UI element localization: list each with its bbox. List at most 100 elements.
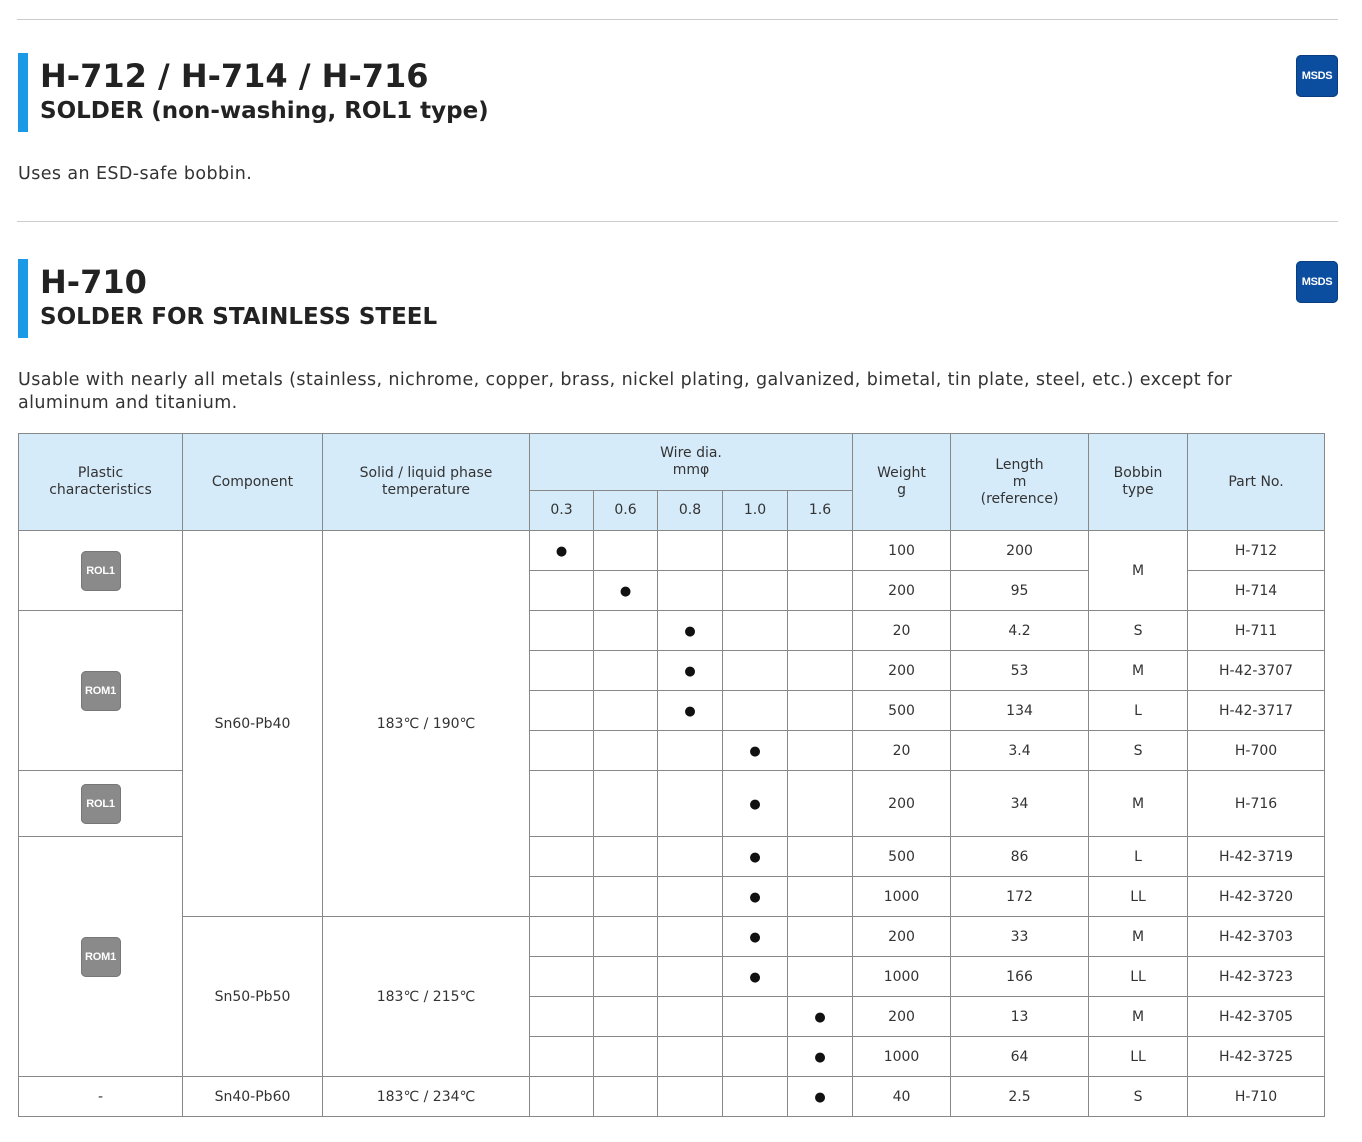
wire-size-cell: ● (786, 996, 854, 1037)
wire-size-cell (786, 916, 854, 957)
wire-size-cell (722, 996, 788, 1037)
wire-mark-dot: ● (814, 1089, 826, 1105)
msds-button[interactable]: MSDS (1296, 55, 1338, 97)
wire-size-cell (529, 1076, 594, 1117)
product-code: H-710 (40, 263, 147, 301)
wire-size-cell (529, 996, 594, 1037)
accent-bar (18, 259, 28, 338)
wire-size-cell (722, 530, 788, 571)
bobbin-title: Bobbin (1113, 465, 1163, 481)
wire-unit: mmφ (672, 462, 710, 478)
wire-size-cell (722, 650, 788, 691)
header-length: Length m (reference) (950, 433, 1090, 531)
wire-size-cell: ● (657, 650, 723, 691)
rol1-badge: ROL1 (80, 783, 121, 824)
part-number-cell: H-714 (1187, 570, 1326, 611)
weight-cell: 200 (852, 570, 952, 611)
bobbin-type-cell: M (1088, 650, 1189, 691)
header-part-no: Part No. (1187, 433, 1326, 531)
weight-cell: 200 (852, 916, 952, 957)
weight-cell: 1000 (852, 956, 952, 997)
wire-size-cell (529, 650, 594, 691)
weight-cell: 200 (852, 650, 952, 691)
wire-size-cell (657, 956, 723, 997)
wire-mark-dot: ● (814, 1049, 826, 1065)
wire-mark-dot: ● (619, 583, 632, 599)
section-divider (17, 221, 1338, 222)
wire-mark-dot: ● (555, 543, 568, 559)
accent-bar (18, 53, 28, 132)
spec-table-body: ROL1 Sn60-Pb40 183℃ / 190℃ ● 100 200 M H-712 ● 20… (18, 530, 1326, 1117)
part-number-cell: H-716 (1187, 770, 1326, 837)
wire-size-header: 1.0 (722, 490, 788, 531)
wire-size-cell (786, 956, 854, 997)
wire-mark-dot: ● (749, 929, 761, 945)
wire-size-cell (657, 570, 723, 611)
wire-size-cell (657, 530, 723, 571)
wire-size-cell (722, 610, 788, 651)
rom1-badge: ROM1 (80, 936, 121, 977)
component-cell: Sn50-Pb50 (182, 916, 323, 1077)
length-cell: 13 (950, 996, 1090, 1037)
part-number-cell: H-42-3717 (1187, 690, 1326, 731)
plastic-characteristic-cell: ROM1 (18, 836, 183, 1077)
wire-size-cell (593, 876, 658, 917)
wire-mark-dot: ● (684, 623, 696, 639)
part-number-cell: H-711 (1187, 610, 1326, 651)
wire-size-cell: ● (722, 730, 788, 771)
wire-size-cell: ● (722, 876, 788, 917)
temperature-cell: 183℃ / 190℃ (322, 530, 530, 917)
weight-unit: g (897, 482, 906, 498)
product-subtitle: SOLDER FOR STAINLESS STEEL (40, 304, 438, 330)
wire-size-cell (529, 610, 594, 651)
msds-button[interactable]: MSDS (1296, 261, 1338, 303)
product-description: Usable with nearly all metals (stainless… (18, 370, 1233, 413)
product-header-h710: H-710 SOLDER FOR STAINLESS STEEL MSDS (18, 259, 1338, 339)
wire-size-cell (657, 996, 723, 1037)
wire-size-cell (657, 876, 723, 917)
component-cell: Sn40-Pb60 (182, 1076, 323, 1117)
wire-size-cell (593, 916, 658, 957)
wire-size-header: 1.6 (786, 490, 854, 531)
weight-cell: 200 (852, 996, 952, 1037)
temperature-cell: 183℃ / 215℃ (322, 916, 530, 1077)
component-cell: Sn60-Pb40 (182, 530, 323, 917)
wire-size-cell (657, 1076, 723, 1117)
part-number-cell: H-42-3719 (1187, 836, 1326, 877)
wire-size-cell (786, 610, 854, 651)
wire-size-cell (593, 690, 658, 731)
part-number-cell: H-700 (1187, 730, 1326, 771)
wire-size-cell (722, 1076, 788, 1117)
wire-size-cell (593, 836, 658, 877)
bobbin-type-cell: LL (1088, 956, 1189, 997)
wire-size-cell: ● (722, 916, 788, 957)
wire-size-cell (529, 730, 594, 771)
wire-mark-dot: ● (684, 663, 696, 679)
wire-mark-dot: ● (749, 796, 761, 812)
plastic-characteristic-cell: ROM1 (18, 610, 183, 771)
wire-size-cell: ● (786, 1076, 854, 1117)
wire-size-cell: ● (593, 570, 658, 611)
length-note: (reference) (980, 490, 1059, 507)
wire-title: Wire dia. (660, 445, 722, 461)
top-divider (17, 19, 1338, 20)
plastic-characteristic-cell: - (18, 1076, 183, 1117)
wire-size-cell (722, 1036, 788, 1077)
wire-size-cell (657, 916, 723, 957)
header-temperature: Solid / liquid phase temperature (322, 433, 530, 531)
rol1-badge: ROL1 (80, 550, 121, 591)
table-row: ROL1 Sn60-Pb40 183℃ / 190℃ ● 100 200 M H-712 (18, 530, 1326, 917)
bobbin-type-cell: LL (1088, 1036, 1189, 1077)
wire-size-cell (786, 530, 854, 571)
wire-size-cell (529, 770, 594, 837)
wire-mark-dot: ● (684, 703, 696, 719)
wire-size-cell (593, 996, 658, 1037)
header-component: Component (182, 433, 323, 531)
header-bobbin-type: Bobbin type (1088, 433, 1189, 531)
bobbin-type-cell: LL (1088, 876, 1189, 917)
weight-cell: 500 (852, 690, 952, 731)
wire-size-cell (529, 836, 594, 877)
wire-size-cell: ● (786, 1036, 854, 1077)
header-wire-diameter: Wire dia. mmφ (528, 433, 854, 491)
bobbin-type-cell: M (1088, 530, 1189, 611)
